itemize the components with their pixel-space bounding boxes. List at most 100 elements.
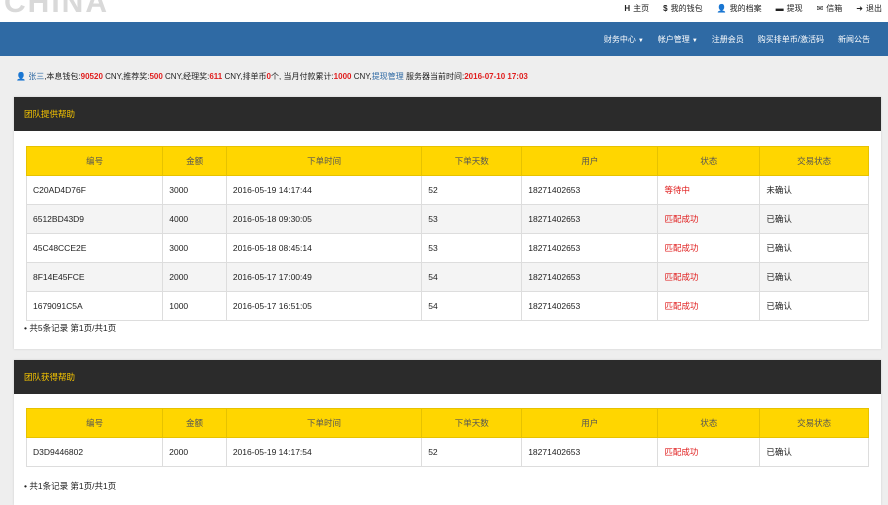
nav-item-2[interactable]: 注册会员 (712, 34, 744, 45)
table-cell: 18271402653 (521, 437, 659, 467)
table-cell: 8F14E45FCE (25, 262, 164, 292)
table-cell: 52 (421, 437, 523, 467)
table-cell: 18271402653 (521, 204, 659, 234)
wallet-value: 90520 (80, 72, 103, 81)
monthly-value: 1000 (333, 72, 352, 81)
info-text: ,本息钱包: (44, 72, 81, 81)
toplink-label: 退出 (866, 4, 882, 13)
table-cell: 1000 (162, 291, 227, 321)
nav-item-0[interactable]: 财务中心 ▼ (604, 34, 644, 45)
table-cell: 匹配成功 (657, 233, 761, 263)
table-cell: 等待中 (657, 175, 761, 205)
nav-items: 财务中心 ▼ 帐户管理 ▼ 注册会员 购买排单币/激活码 新闻公告 (604, 22, 870, 56)
main-navbar: 财务中心 ▼ 帐户管理 ▼ 注册会员 购买排单币/激活码 新闻公告 (0, 22, 888, 56)
info-text: CNY,经理奖: (162, 72, 210, 81)
table-cell: D3D9446802 (25, 437, 164, 467)
toplink-mail[interactable]: ✉ 信箱 (817, 3, 843, 14)
withdraw-icon: ▬ (775, 4, 784, 13)
server-time: 2016-07-10 17:03 (464, 72, 528, 81)
info-text: 服务器当前时间: (403, 72, 465, 81)
table-row: D3D9446802 2000 2016-05-19 14:17:54 52 18271… (25, 437, 869, 467)
panel-title: 团队提供帮助 (14, 97, 881, 131)
user-icon: 👤 (716, 4, 727, 13)
toplink-logout[interactable]: ➜ 退出 (856, 3, 882, 14)
table-cell: 3000 (162, 175, 227, 205)
referral-value: 500 (149, 72, 163, 81)
column-header: 下单天数 (421, 408, 523, 438)
toplink-label: 信箱 (826, 4, 843, 13)
nav-item-1[interactable]: 帐户管理 ▼ (658, 34, 698, 45)
column-header: 用户 (521, 408, 659, 438)
toplink-home[interactable]: H 主页 (624, 3, 649, 14)
column-header: 状态 (657, 146, 761, 176)
table-cell: 1679091C5A (25, 291, 164, 321)
table-cell: 已确认 (759, 291, 869, 321)
nav-item-3[interactable]: 购买排单币/激活码 (758, 34, 824, 45)
column-header: 交易状态 (759, 408, 869, 438)
summary-text: 共1条记录 第1页/共1页 (29, 481, 117, 491)
toplink-user[interactable]: 👤 我的档案 (717, 3, 762, 14)
manager-value: 611 (209, 72, 223, 81)
top-bar: CHINA H 主页 $ 我的钱包 👤 我的档案 ▬ 提现 ✉ 信箱 ➜ 退出 (0, 0, 888, 22)
table-cell: 18271402653 (521, 233, 659, 263)
table-row: C20AD4D76F 3000 2016-05-19 14:17:44 52 18271… (25, 175, 869, 205)
table-cell: 53 (421, 204, 523, 234)
table-cell: 2016-05-18 09:30:05 (225, 204, 423, 234)
mail-icon: ✉ (816, 4, 824, 13)
table-cell: 18271402653 (521, 291, 659, 321)
team-provide-help-panel: 团队提供帮助 编号 金额 下单时间 下单天数 用户 状态 交易状态 C20AD4D76F 300… (14, 97, 881, 349)
table-cell: 2016-05-17 17:00:49 (225, 262, 423, 292)
panel-title: 团队获得帮助 (14, 360, 881, 394)
team-receive-help-panel: 团队获得帮助 编号 金额 下单时间 下单天数 用户 状态 交易状态 D3D9446802 200… (14, 360, 881, 505)
table-cell: 18271402653 (521, 262, 659, 292)
table-cell: 54 (421, 291, 523, 321)
table-cell: 3000 (162, 233, 227, 263)
table-row: 6512BD43D9 4000 2016-05-18 09:30:05 53 18271… (25, 204, 869, 234)
nav-item-4[interactable]: 新闻公告 (838, 34, 870, 45)
caret-down-icon: ▼ (691, 37, 698, 44)
table-row: 8F14E45FCE 2000 2016-05-17 17:00:49 54 18271… (25, 262, 869, 292)
column-header: 下单时间 (225, 408, 423, 438)
table-header-row: 编号 金额 下单时间 下单天数 用户 状态 交易状态 (25, 146, 869, 176)
column-header: 用户 (521, 146, 659, 176)
table-cell: 已确认 (759, 437, 869, 467)
info-text: CNY,排单币 (222, 72, 267, 81)
nav-item-label: 帐户管理 (657, 34, 690, 44)
toplink-label: 我的档案 (729, 4, 762, 13)
nav-item-label: 财务中心 (603, 34, 636, 44)
column-header: 交易状态 (759, 146, 869, 176)
table-cell: 匹配成功 (657, 204, 761, 234)
column-header: 编号 (25, 146, 164, 176)
provide-help-table: 编号 金额 下单时间 下单天数 用户 状态 交易状态 C20AD4D76F 3000 2016-0… (25, 146, 869, 321)
table-cell: 匹配成功 (657, 291, 761, 321)
nav-item-label: 购买排单币/激活码 (757, 34, 824, 44)
table-cell: 52 (421, 175, 523, 205)
dollar-icon: $ (663, 4, 668, 13)
table-cell: 匹配成功 (657, 437, 761, 467)
column-header: 金额 (162, 408, 227, 438)
top-links: H 主页 $ 我的钱包 👤 我的档案 ▬ 提现 ✉ 信箱 ➜ 退出 (624, 3, 882, 14)
username-link[interactable]: 张三 (28, 72, 44, 81)
column-header: 金额 (162, 146, 227, 176)
table-cell: 54 (421, 262, 523, 292)
summary-text: 共5条记录 第1页/共1页 (29, 323, 117, 333)
toplink-dollar[interactable]: $ 我的钱包 (663, 3, 702, 14)
toplink-withdraw[interactable]: ▬ 提现 (776, 3, 803, 14)
table-cell: 53 (421, 233, 523, 263)
pagination-summary: • 共1条记录 第1页/共1页 (24, 481, 117, 491)
receive-help-table: 编号 金额 下单时间 下单天数 用户 状态 交易状态 D3D9446802 2000 2016-0… (25, 408, 869, 467)
table-cell: 6512BD43D9 (25, 204, 164, 234)
nav-item-label: 注册会员 (711, 34, 744, 44)
table-cell: 18271402653 (521, 175, 659, 205)
caret-down-icon: ▼ (637, 37, 644, 44)
table-cell: 2016-05-18 08:45:14 (225, 233, 423, 263)
table-cell: 45C48CCE2E (25, 233, 164, 263)
pagination-summary: • 共5条记录 第1页/共1页 (24, 323, 117, 333)
table-cell: 4000 (162, 204, 227, 234)
table-row: 1679091C5A 1000 2016-05-17 16:51:05 54 18271… (25, 291, 869, 321)
table-cell: 2016-05-19 14:17:54 (225, 437, 423, 467)
table-row: 45C48CCE2E 3000 2016-05-18 08:45:14 53 18271… (25, 233, 869, 263)
withdraw-manage-link[interactable]: 提现管理 (372, 72, 404, 81)
logo: CHINA (4, 0, 109, 19)
logout-icon: ➜ (856, 4, 863, 13)
